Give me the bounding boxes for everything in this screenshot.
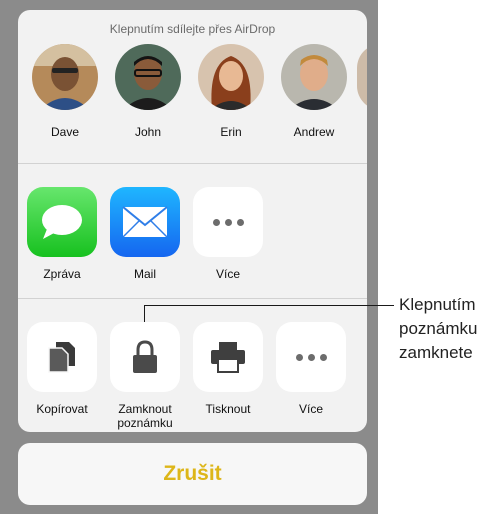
app-label: Mail [133, 267, 156, 281]
callout-text: Klepnutím poznámku zamknete [399, 295, 478, 362]
divider [18, 298, 367, 299]
app-messages[interactable]: Zpráva [25, 187, 99, 281]
airdrop-title: Klepnutím sdílejte přes AirDrop [109, 22, 276, 36]
cancel-label: Zrušit [163, 462, 222, 485]
action-more[interactable]: Více [274, 322, 348, 416]
cancel-button[interactable]: Zrušit [18, 443, 367, 505]
more-icon [276, 322, 346, 392]
person-name: Erin [220, 125, 242, 139]
airdrop-person-dave[interactable]: Dave [27, 44, 103, 139]
airdrop-person-partial-avatar[interactable] [357, 44, 367, 110]
printer-icon [193, 322, 263, 392]
action-print[interactable]: Tisknout [191, 322, 265, 416]
avatar [32, 44, 98, 110]
action-label: Tisknout [205, 402, 251, 416]
copy-icon [27, 322, 97, 392]
person-name: Andrew [293, 125, 335, 139]
avatar [198, 44, 264, 110]
app-mail[interactable]: Mail [108, 187, 182, 281]
action-copy[interactable]: Kopírovat [25, 322, 99, 416]
person-name: John [134, 125, 162, 139]
avatar [115, 44, 181, 110]
messages-icon [27, 187, 97, 257]
app-label: Více [215, 267, 240, 281]
airdrop-person-andrew[interactable]: Andrew [276, 44, 352, 139]
app-label: Zpráva [43, 267, 81, 281]
lock-icon [110, 322, 180, 392]
action-label: Zamknout poznámku [117, 402, 173, 430]
callout-leader-line [144, 305, 394, 306]
airdrop-person-erin[interactable]: Erin [193, 44, 269, 139]
divider [18, 163, 367, 164]
action-label: Kopírovat [36, 402, 88, 416]
airdrop-person-john[interactable]: John [110, 44, 186, 139]
callout-leader-tick [144, 305, 145, 322]
more-icon [193, 187, 263, 257]
share-sheet: Klepnutím sdílejte přes AirDrop Dave Joh… [18, 10, 367, 432]
app-more[interactable]: Více [191, 187, 265, 281]
mail-icon [110, 187, 180, 257]
action-lock-note[interactable]: Zamknout poznámku [108, 322, 182, 430]
action-label: Více [298, 402, 323, 416]
person-name: Dave [50, 125, 79, 139]
avatar [281, 44, 347, 110]
share-sheet-screen: Klepnutím sdílejte přes AirDrop Dave Joh… [0, 0, 501, 514]
